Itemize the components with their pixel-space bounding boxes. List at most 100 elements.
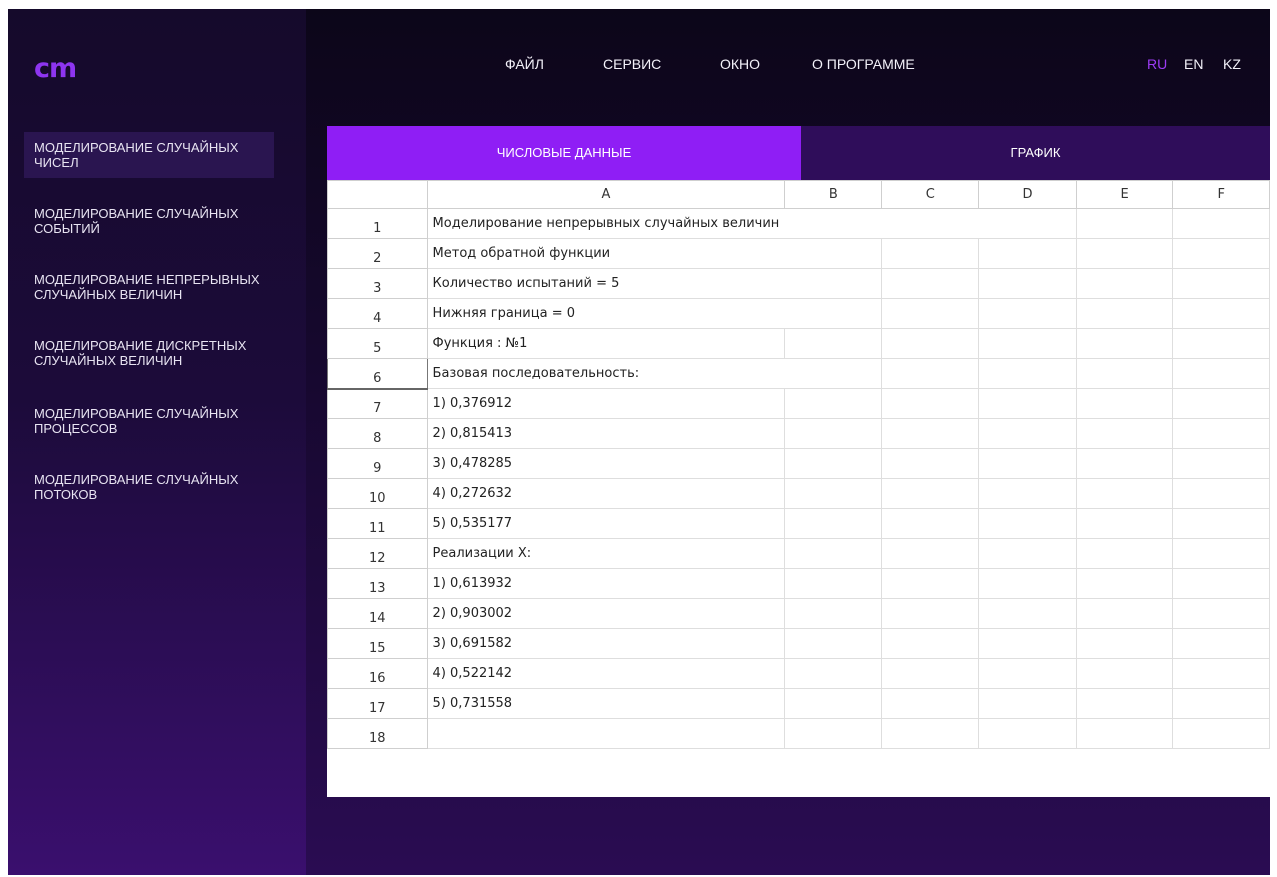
row-header[interactable]: 4 — [327, 298, 428, 329]
table-cell[interactable] — [978, 598, 1077, 629]
table-cell[interactable] — [881, 688, 980, 719]
table-cell[interactable] — [881, 268, 980, 299]
table-cell[interactable] — [978, 658, 1077, 689]
table-cell[interactable] — [1172, 538, 1270, 569]
table-cell[interactable] — [1075, 448, 1174, 479]
table-cell[interactable]: 2) 0,903002 — [426, 598, 786, 629]
table-cell[interactable] — [784, 628, 883, 659]
row-header[interactable]: 13 — [327, 568, 428, 599]
table-cell[interactable] — [1172, 718, 1270, 749]
table-cell[interactable] — [881, 718, 980, 749]
table-cell[interactable]: Функция : №1 — [426, 328, 786, 359]
table-cell[interactable]: Нижняя граница = 0 — [426, 298, 785, 329]
table-cell[interactable] — [1172, 328, 1270, 359]
table-cell[interactable] — [978, 268, 1077, 299]
menu-file[interactable]: ФАЙЛ — [505, 56, 544, 72]
table-cell[interactable]: 4) 0,522142 — [426, 658, 786, 689]
table-cell[interactable] — [784, 388, 883, 419]
table-cell[interactable]: Реализации X: — [426, 538, 786, 569]
table-cell[interactable]: 1) 0,613932 — [426, 568, 786, 599]
table-cell[interactable] — [784, 418, 883, 449]
tab-chart[interactable]: ГРАФИК — [801, 126, 1270, 180]
menu-window[interactable]: ОКНО — [720, 56, 760, 72]
table-cell[interactable] — [881, 628, 980, 659]
row-header[interactable]: 17 — [327, 688, 428, 719]
table-cell[interactable] — [881, 388, 980, 419]
table-cell[interactable]: Базовая последовательность: — [426, 358, 785, 389]
table-cell[interactable] — [1075, 718, 1174, 749]
table-cell[interactable] — [784, 718, 883, 749]
table-cell[interactable] — [784, 598, 883, 629]
table-cell[interactable] — [1172, 238, 1270, 269]
row-header[interactable]: 5 — [327, 328, 428, 359]
row-header[interactable]: 7 — [327, 388, 428, 419]
row-header[interactable]: 8 — [327, 418, 428, 449]
column-header-d[interactable]: D — [978, 180, 1077, 209]
table-cell[interactable]: 4) 0,272632 — [426, 478, 786, 509]
row-header[interactable]: 2 — [327, 238, 428, 269]
table-cell[interactable] — [1172, 688, 1270, 719]
table-cell[interactable] — [881, 448, 980, 479]
table-cell[interactable] — [978, 688, 1077, 719]
sidebar-item-random-events[interactable]: МОДЕЛИРОВАНИЕ СЛУЧАЙНЫХ СОБЫТИЙ — [24, 198, 274, 244]
table-cell[interactable] — [881, 298, 980, 329]
table-cell[interactable] — [784, 658, 883, 689]
language-kz[interactable]: KZ — [1223, 56, 1241, 72]
table-cell[interactable] — [881, 478, 980, 509]
language-en[interactable]: EN — [1184, 56, 1203, 72]
table-cell[interactable] — [1075, 568, 1174, 599]
table-cell[interactable] — [1075, 388, 1174, 419]
table-cell[interactable] — [426, 718, 786, 749]
table-cell[interactable] — [1075, 598, 1174, 629]
column-header-f[interactable]: F — [1172, 180, 1270, 209]
table-cell[interactable]: Количество испытаний = 5 — [426, 268, 785, 299]
table-cell[interactable] — [881, 538, 980, 569]
table-cell[interactable]: 5) 0,731558 — [426, 688, 786, 719]
table-cell[interactable] — [978, 238, 1077, 269]
table-cell[interactable] — [1172, 508, 1270, 539]
table-cell[interactable]: Метод обратной функции — [426, 238, 785, 269]
menu-service[interactable]: СЕРВИС — [603, 56, 661, 72]
table-cell[interactable] — [1172, 568, 1270, 599]
table-cell[interactable]: 1) 0,376912 — [426, 388, 786, 419]
table-cell[interactable] — [881, 598, 980, 629]
table-cell[interactable]: 3) 0,478285 — [426, 448, 786, 479]
table-cell[interactable] — [978, 388, 1077, 419]
table-cell[interactable] — [784, 328, 883, 359]
table-cell[interactable]: Моделирование непрерывных случайных вели… — [426, 208, 785, 239]
table-cell[interactable] — [881, 208, 979, 239]
table-cell[interactable] — [1075, 658, 1174, 689]
table-cell[interactable] — [784, 688, 883, 719]
table-cell[interactable] — [978, 718, 1077, 749]
table-cell[interactable] — [1172, 658, 1270, 689]
table-cell[interactable] — [784, 478, 883, 509]
row-header[interactable]: 9 — [327, 448, 428, 479]
table-cell[interactable] — [1075, 328, 1174, 359]
table-cell[interactable] — [784, 448, 883, 479]
table-cell[interactable] — [881, 358, 980, 389]
table-cell[interactable] — [978, 208, 1077, 239]
table-cell[interactable] — [1075, 628, 1174, 659]
row-header[interactable]: 6 — [327, 358, 428, 390]
menu-about[interactable]: О ПРОГРАММЕ — [812, 56, 915, 72]
sidebar-item-random-numbers[interactable]: МОДЕЛИРОВАНИЕ СЛУЧАЙНЫХ ЧИСЕЛ — [24, 132, 274, 178]
sidebar-item-continuous-variables[interactable]: МОДЕЛИРОВАНИЕ НЕПРЕРЫВНЫХ СЛУЧАЙНЫХ ВЕЛИ… — [24, 264, 274, 310]
corner-cell[interactable] — [327, 180, 428, 209]
row-header[interactable]: 1 — [327, 208, 428, 239]
sidebar-item-random-processes[interactable]: МОДЕЛИРОВАНИЕ СЛУЧАЙНЫХ ПРОЦЕССОВ — [24, 398, 274, 444]
table-cell[interactable] — [784, 298, 883, 329]
table-cell[interactable] — [881, 238, 980, 269]
table-cell[interactable] — [784, 358, 883, 389]
table-cell[interactable] — [881, 328, 980, 359]
row-header[interactable]: 12 — [327, 538, 428, 569]
table-cell[interactable]: 5) 0,535177 — [426, 508, 786, 539]
sidebar-item-discrete-variables[interactable]: МОДЕЛИРОВАНИЕ ДИСКРЕТНЫХ СЛУЧАЙНЫХ ВЕЛИЧ… — [24, 330, 274, 376]
row-header[interactable]: 11 — [327, 508, 428, 539]
row-header[interactable]: 10 — [327, 478, 428, 509]
table-cell[interactable] — [978, 298, 1077, 329]
table-cell[interactable] — [784, 268, 883, 299]
language-ru[interactable]: RU — [1147, 56, 1167, 72]
table-cell[interactable] — [784, 208, 882, 239]
table-cell[interactable] — [784, 538, 883, 569]
table-cell[interactable] — [978, 478, 1077, 509]
